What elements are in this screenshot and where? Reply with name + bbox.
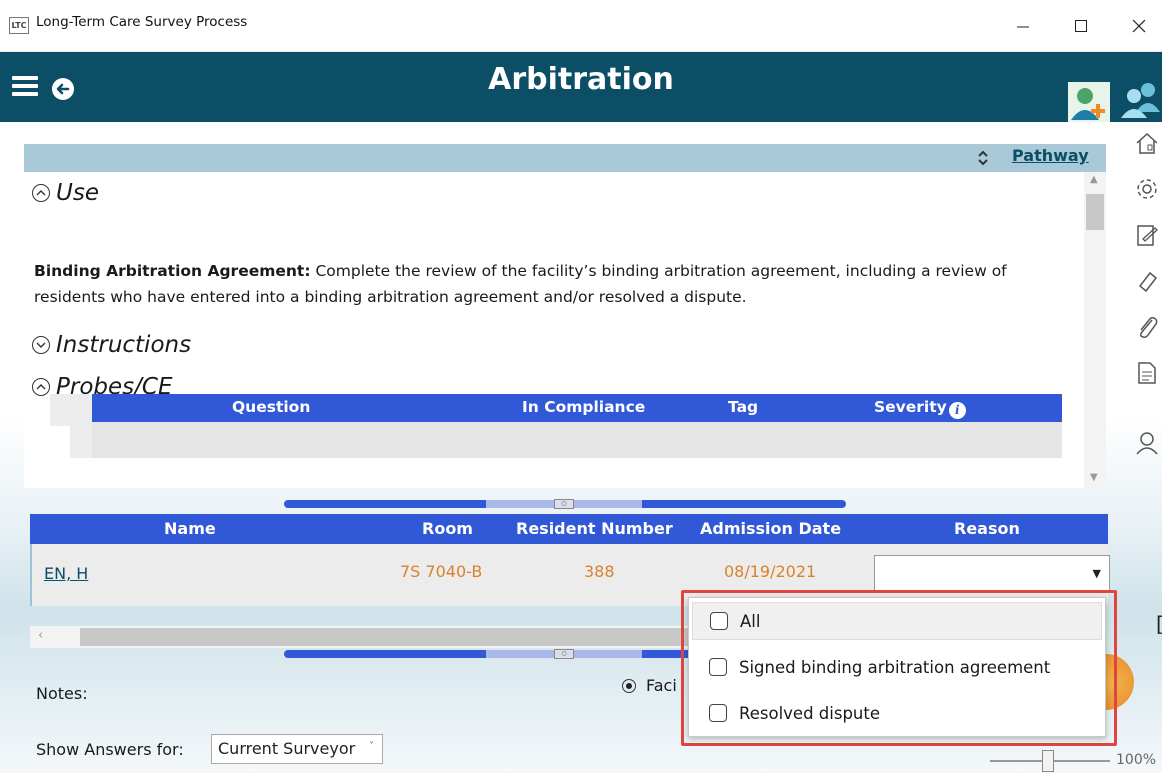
- option-signed-agreement-label: Signed binding arbitration agreement: [739, 657, 1051, 677]
- checkbox-icon[interactable]: [709, 658, 727, 676]
- scroll-down-icon[interactable]: ▼: [1090, 472, 1098, 483]
- col-reason[interactable]: Reason: [954, 519, 1020, 538]
- panel-splitter[interactable]: ○: [284, 499, 846, 509]
- checkbox-icon[interactable]: [709, 704, 727, 722]
- chevron-down-icon: ▼: [1092, 567, 1101, 580]
- zoom-label: 100%: [1116, 752, 1157, 768]
- probes-table-header: Question In Compliance Tag Severity i: [92, 394, 1062, 422]
- info-icon[interactable]: i: [948, 402, 966, 419]
- scroll-up-icon[interactable]: ▲: [1090, 174, 1098, 185]
- col-in-compliance[interactable]: In Compliance: [522, 398, 645, 416]
- eraser-icon[interactable]: [1134, 268, 1160, 294]
- option-resolved-dispute[interactable]: Resolved dispute: [692, 694, 1102, 732]
- chevron-down-icon: ˅: [369, 741, 374, 752]
- resident-room: 7S 7040-B: [400, 562, 483, 581]
- resident-name-link[interactable]: EN, H: [44, 564, 88, 583]
- page-title: Arbitration: [488, 62, 674, 97]
- option-resolved-dispute-label: Resolved dispute: [739, 703, 880, 723]
- maximize-button[interactable]: [1058, 0, 1104, 52]
- collapse-icon: [32, 378, 50, 396]
- pathway-link[interactable]: Pathway: [1012, 146, 1089, 165]
- use-bold-label: Binding Arbitration Agreement:: [34, 262, 311, 280]
- col-name[interactable]: Name: [164, 519, 216, 538]
- residents-hscrollbar[interactable]: ‹: [30, 626, 690, 648]
- window-title: Long-Term Care Survey Process: [36, 14, 248, 30]
- app-header: Arbitration: [0, 52, 1162, 122]
- checkbox-icon[interactable]: [710, 612, 728, 630]
- table-row: [92, 422, 1062, 458]
- gear-icon[interactable]: [1134, 176, 1160, 202]
- col-resident-number[interactable]: Resident Number: [516, 519, 673, 538]
- col-tag[interactable]: Tag: [728, 398, 758, 416]
- probes-row-header: [50, 394, 92, 458]
- use-description: Binding Arbitration Agreement: Complete …: [34, 258, 1054, 310]
- close-icon: [1132, 19, 1146, 33]
- person-icon[interactable]: [1134, 430, 1160, 456]
- expand-collapse-icon[interactable]: [976, 148, 990, 168]
- show-answers-value: Current Surveyor: [218, 739, 356, 758]
- col-admission-date[interactable]: Admission Date: [700, 519, 841, 538]
- reason-dropdown[interactable]: ▼: [874, 555, 1110, 591]
- splitter-grip-icon[interactable]: ○: [554, 499, 574, 509]
- instructions-heading: Instructions: [56, 332, 192, 358]
- use-section-header[interactable]: Use: [32, 180, 99, 206]
- scrollbar-thumb[interactable]: [1086, 194, 1104, 230]
- show-answers-select[interactable]: Current Surveyor ˅: [211, 734, 383, 764]
- instructions-section-header[interactable]: Instructions: [32, 332, 191, 358]
- resident-number: 388: [584, 562, 615, 581]
- pathway-bar: [24, 144, 1106, 172]
- option-all-label: All: [740, 611, 761, 631]
- show-answers-label: Show Answers for:: [36, 740, 184, 759]
- notes-label: Notes:: [36, 684, 88, 703]
- home-icon[interactable]: [1134, 130, 1160, 156]
- partial-icon: [: [1156, 612, 1162, 636]
- close-button[interactable]: [1116, 0, 1162, 52]
- col-question[interactable]: Question: [232, 398, 310, 416]
- splitter-grip-icon[interactable]: ○: [554, 649, 574, 659]
- window-titlebar: LTC Long-Term Care Survey Process: [0, 0, 1162, 52]
- edit-note-icon[interactable]: [1134, 222, 1160, 248]
- app-logo: LTC: [9, 17, 29, 34]
- expand-icon: [32, 336, 50, 354]
- option-all[interactable]: All: [692, 602, 1102, 640]
- zoom-slider-thumb[interactable]: [1042, 750, 1054, 772]
- probes-table: Question In Compliance Tag Severity i: [50, 394, 1062, 458]
- minimize-icon: [1017, 26, 1029, 28]
- minimize-button[interactable]: [1000, 0, 1046, 52]
- resident-admission-date: 08/19/2021: [724, 562, 817, 581]
- content-scrollbar[interactable]: ▲ ▼: [1084, 172, 1106, 488]
- maximize-icon: [1075, 20, 1087, 32]
- collapse-icon: [32, 184, 50, 202]
- people-icon[interactable]: [1118, 80, 1162, 120]
- option-signed-agreement[interactable]: Signed binding arbitration agreement: [692, 648, 1102, 686]
- col-severity-label: Severity: [874, 398, 947, 416]
- residents-table-header: Name Room Resident Number Admission Date…: [30, 514, 1108, 544]
- document-icon[interactable]: [1134, 360, 1160, 386]
- use-heading: Use: [56, 180, 99, 206]
- add-person-icon[interactable]: [1068, 82, 1110, 122]
- facility-radio-label: Faci: [646, 676, 677, 695]
- scrollbar-thumb[interactable]: [80, 628, 690, 646]
- content-panel: Use Binding Arbitration Agreement: Compl…: [24, 172, 1084, 488]
- facility-radio[interactable]: Faci: [622, 676, 677, 695]
- col-severity[interactable]: Severity i: [874, 398, 966, 419]
- reason-options-popup: All Signed binding arbitration agreement…: [688, 597, 1106, 737]
- radio-selected-icon[interactable]: [622, 678, 636, 693]
- scroll-left-icon[interactable]: ‹: [38, 628, 43, 643]
- col-room[interactable]: Room: [422, 519, 473, 538]
- paperclip-icon[interactable]: [1134, 314, 1160, 340]
